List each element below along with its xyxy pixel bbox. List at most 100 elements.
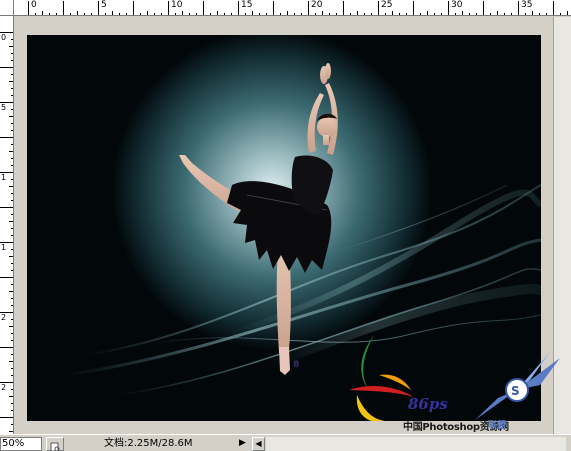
ruler-tick — [11, 74, 13, 75]
svg-text:联盟: 联盟 — [488, 419, 506, 430]
ruler-tick — [84, 13, 85, 15]
ruler-tick — [77, 11, 78, 15]
zoom-field[interactable]: 50% — [0, 437, 42, 451]
ruler-label: 0 — [31, 0, 37, 10]
ruler-tick — [203, 1, 204, 15]
ruler-tick — [11, 60, 13, 61]
ruler-tick — [525, 13, 526, 15]
ruler-tick — [11, 410, 13, 411]
ruler-tick — [11, 123, 13, 124]
ruler-tick — [11, 235, 13, 236]
ruler-tick — [11, 144, 13, 145]
photoshop-document-window: 0 5 10 15 20 25 30 35 0 5 1 1 2 2 8 86ps… — [0, 0, 571, 451]
ruler-tick — [315, 13, 316, 15]
ruler-tick — [9, 256, 13, 257]
document-icon — [50, 442, 60, 451]
ruler-tick — [371, 13, 372, 15]
ruler-tick — [11, 53, 13, 54]
ruler-tick — [11, 249, 13, 250]
horizontal-ruler[interactable]: 0 5 10 15 20 25 30 35 — [14, 0, 571, 16]
ruler-tick — [11, 424, 13, 425]
vertical-ruler[interactable]: 0 5 1 1 2 2 — [0, 16, 14, 434]
ruler-tick — [567, 11, 568, 15]
ruler-tick — [11, 270, 13, 271]
ruler-tick — [11, 298, 13, 299]
ruler-tick — [11, 109, 13, 110]
ruler-tick — [161, 13, 162, 15]
status-menu-arrow[interactable]: ▶ — [236, 437, 249, 451]
ruler-tick — [392, 11, 393, 15]
ruler-tick — [56, 13, 57, 15]
ruler-label: 35 — [521, 0, 533, 10]
document-canvas[interactable]: 8 — [27, 35, 541, 421]
ruler-tick — [504, 13, 505, 15]
ruler-tick — [301, 13, 302, 15]
ruler-tick — [11, 263, 13, 264]
ruler-tick — [11, 319, 13, 320]
ruler-tick — [308, 1, 309, 15]
ruler-tick — [168, 1, 169, 15]
badge-number: 8 — [293, 360, 299, 370]
ruler-label: 15 — [241, 0, 253, 10]
ruler-tick — [9, 186, 13, 187]
ruler-tick — [420, 13, 421, 15]
ruler-tick — [11, 305, 13, 306]
ruler-tick — [427, 11, 428, 15]
ruler-tick — [259, 13, 260, 15]
ruler-tick — [11, 193, 13, 194]
ruler-tick — [175, 13, 176, 15]
ruler-tick — [238, 1, 239, 15]
navigator-button[interactable] — [46, 437, 64, 451]
ruler-tick — [11, 368, 13, 369]
scroll-left-button[interactable]: ◀ — [252, 437, 265, 451]
ruler-tick — [266, 13, 267, 15]
ruler-tick — [119, 13, 120, 15]
horizontal-scrollbar[interactable] — [266, 437, 566, 451]
ruler-tick — [441, 13, 442, 15]
ruler-tick — [9, 326, 13, 327]
ruler-tick — [11, 333, 13, 334]
ruler-tick — [28, 1, 29, 15]
ruler-tick — [280, 13, 281, 15]
ruler-tick — [0, 417, 13, 418]
ruler-tick — [196, 13, 197, 15]
ruler-tick — [11, 214, 13, 215]
ruler-tick — [245, 13, 246, 15]
ruler-tick — [189, 13, 190, 15]
ruler-tick — [0, 172, 13, 173]
ruler-tick — [434, 13, 435, 15]
logo-86ps: 86ps — [408, 395, 448, 413]
ruler-tick — [9, 396, 13, 397]
ruler-tick — [140, 13, 141, 15]
ruler-tick — [483, 1, 484, 15]
ruler-tick — [0, 207, 13, 208]
ruler-tick — [70, 13, 71, 15]
ruler-tick — [11, 284, 13, 285]
ruler-tick — [357, 11, 358, 15]
ruler-tick — [224, 13, 225, 15]
ruler-tick — [0, 32, 13, 33]
ruler-tick — [329, 13, 330, 15]
ruler-tick — [9, 116, 13, 117]
ruler-tick — [0, 102, 13, 103]
ruler-tick — [11, 340, 13, 341]
ruler-tick — [133, 1, 134, 15]
ruler-tick — [11, 354, 13, 355]
status-bar: 50% 文档:2.25M/28.6M ▶ ◀ — [0, 434, 571, 451]
ruler-label: 10 — [171, 0, 183, 10]
ruler-origin[interactable] — [0, 0, 14, 16]
ruler-label: 2 — [1, 313, 7, 322]
ruler-tick — [0, 347, 13, 348]
ruler-tick — [0, 382, 13, 383]
ruler-tick — [546, 13, 547, 15]
ruler-tick — [9, 221, 13, 222]
ruler-tick — [0, 242, 13, 243]
ruler-tick — [455, 13, 456, 15]
ruler-tick — [448, 1, 449, 15]
ruler-tick — [378, 1, 379, 15]
ruler-tick — [182, 11, 183, 15]
ruler-tick — [336, 13, 337, 15]
ruler-label: 0 — [1, 33, 7, 42]
ballerina-artwork: 8 — [27, 35, 541, 421]
ruler-tick — [11, 165, 13, 166]
